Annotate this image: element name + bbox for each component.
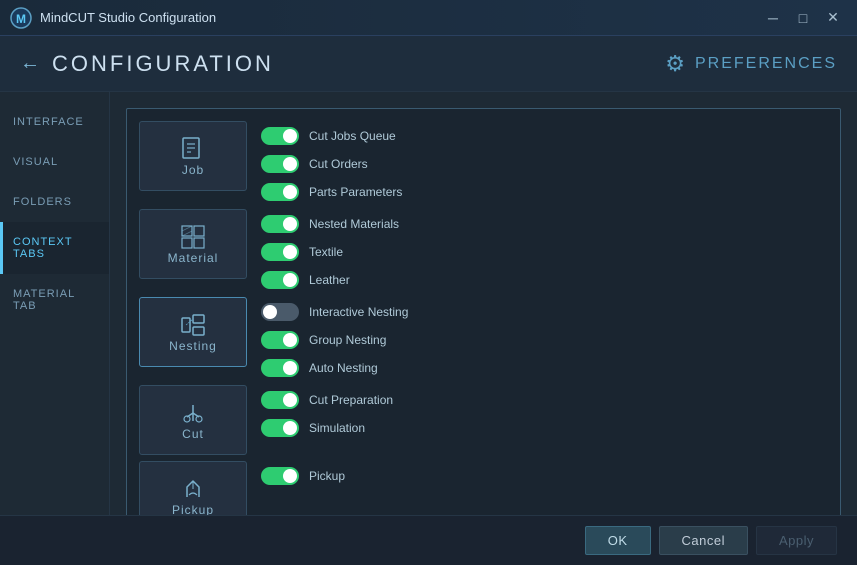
nesting-section: Nesting Interactive Nesting Group Nestin… <box>139 297 828 379</box>
content-area: Job Cut Jobs Queue Cut Orders Parts Para… <box>110 92 857 515</box>
page-title: CONFIGURATION <box>52 51 274 77</box>
pickup-label: Pickup <box>309 469 345 483</box>
job-icon <box>179 135 207 163</box>
nesting-options: Interactive Nesting Group Nesting Auto N… <box>261 297 408 379</box>
job-tab-label: Job <box>182 163 204 177</box>
pickup-tab-label: Pickup <box>172 503 214 515</box>
sidebar: INTERFACE VISUAL FOLDERS CONTEXT TABS MA… <box>0 92 110 515</box>
leather-row: Leather <box>261 269 399 291</box>
apply-button[interactable]: Apply <box>756 526 837 555</box>
app-logo: M <box>10 7 32 29</box>
group-nesting-label: Group Nesting <box>309 333 386 347</box>
parts-parameters-row: Parts Parameters <box>261 181 402 203</box>
close-button[interactable]: ✕ <box>819 7 847 29</box>
sidebar-item-folders[interactable]: FOLDERS <box>0 182 109 222</box>
title-bar: M MindCUT Studio Configuration ─ □ ✕ <box>0 0 857 36</box>
pickup-tab-card[interactable]: Pickup <box>139 461 247 515</box>
job-tab-card[interactable]: Job <box>139 121 247 191</box>
window-title: MindCUT Studio Configuration <box>40 10 759 25</box>
material-section: Material Nested Materials Textile Leathe… <box>139 209 828 291</box>
cut-preparation-label: Cut Preparation <box>309 393 393 407</box>
pickup-section: Pickup Pickup <box>139 461 828 515</box>
header: ← CONFIGURATION ⚙ PREFERENCES <box>0 36 857 92</box>
simulation-toggle[interactable] <box>261 419 299 437</box>
simulation-label: Simulation <box>309 421 365 435</box>
interactive-nesting-toggle[interactable] <box>261 303 299 321</box>
textile-label: Textile <box>309 245 343 259</box>
cut-jobs-queue-toggle[interactable] <box>261 127 299 145</box>
parts-parameters-toggle[interactable] <box>261 183 299 201</box>
interactive-nesting-row: Interactive Nesting <box>261 301 408 323</box>
cut-orders-label: Cut Orders <box>309 157 368 171</box>
sidebar-item-visual[interactable]: VISUAL <box>0 142 109 182</box>
group-nesting-row: Group Nesting <box>261 329 408 351</box>
textile-row: Textile <box>261 241 399 263</box>
ok-button[interactable]: OK <box>585 526 651 555</box>
cut-jobs-queue-row: Cut Jobs Queue <box>261 125 402 147</box>
back-button[interactable]: ← <box>20 52 40 75</box>
material-tab-label: Material <box>168 251 219 265</box>
nesting-tab-card[interactable]: Nesting <box>139 297 247 367</box>
cut-preparation-row: Cut Preparation <box>261 389 393 411</box>
pickup-icon <box>179 475 207 503</box>
cut-orders-row: Cut Orders <box>261 153 402 175</box>
group-nesting-toggle[interactable] <box>261 331 299 349</box>
nested-materials-row: Nested Materials <box>261 213 399 235</box>
cut-jobs-queue-label: Cut Jobs Queue <box>309 129 396 143</box>
material-options: Nested Materials Textile Leather <box>261 209 399 291</box>
sidebar-item-material-tab[interactable]: MATERIAL TAB <box>0 274 109 326</box>
sidebar-item-interface[interactable]: INTERFACE <box>0 102 109 142</box>
settings-panel: Job Cut Jobs Queue Cut Orders Parts Para… <box>126 108 841 515</box>
auto-nesting-toggle[interactable] <box>261 359 299 377</box>
material-tab-card[interactable]: Material <box>139 209 247 279</box>
job-section: Job Cut Jobs Queue Cut Orders Parts Para… <box>139 121 828 203</box>
svg-text:M: M <box>16 12 26 26</box>
preferences-button[interactable]: ⚙ PREFERENCES <box>665 51 837 77</box>
auto-nesting-row: Auto Nesting <box>261 357 408 379</box>
interactive-nesting-label: Interactive Nesting <box>309 305 408 319</box>
job-options: Cut Jobs Queue Cut Orders Parts Paramete… <box>261 121 402 203</box>
minimize-button[interactable]: ─ <box>759 7 787 29</box>
window-controls: ─ □ ✕ <box>759 7 847 29</box>
textile-toggle[interactable] <box>261 243 299 261</box>
nested-materials-label: Nested Materials <box>309 217 399 231</box>
cut-tab-label: Cut <box>182 427 204 441</box>
main-layout: INTERFACE VISUAL FOLDERS CONTEXT TABS MA… <box>0 92 857 515</box>
pickup-options: Pickup <box>261 461 345 487</box>
material-icon <box>179 223 207 251</box>
gear-icon: ⚙ <box>665 51 687 77</box>
cut-preparation-toggle[interactable] <box>261 391 299 409</box>
sidebar-item-context-tabs[interactable]: CONTEXT TABS <box>0 222 109 274</box>
cut-icon <box>179 399 207 427</box>
cut-section: Cut Cut Preparation Simulation <box>139 385 828 455</box>
cut-tab-card[interactable]: Cut <box>139 385 247 455</box>
bottom-bar: OK Cancel Apply <box>0 515 857 565</box>
parts-parameters-label: Parts Parameters <box>309 185 402 199</box>
simulation-row: Simulation <box>261 417 393 439</box>
cut-orders-toggle[interactable] <box>261 155 299 173</box>
leather-label: Leather <box>309 273 350 287</box>
maximize-button[interactable]: □ <box>789 7 817 29</box>
leather-toggle[interactable] <box>261 271 299 289</box>
nested-materials-toggle[interactable] <box>261 215 299 233</box>
preferences-label: PREFERENCES <box>695 55 837 73</box>
pickup-toggle[interactable] <box>261 467 299 485</box>
nesting-icon <box>179 311 207 339</box>
cut-options: Cut Preparation Simulation <box>261 385 393 439</box>
pickup-row: Pickup <box>261 465 345 487</box>
nesting-tab-label: Nesting <box>169 339 217 353</box>
cancel-button[interactable]: Cancel <box>659 526 748 555</box>
auto-nesting-label: Auto Nesting <box>309 361 378 375</box>
